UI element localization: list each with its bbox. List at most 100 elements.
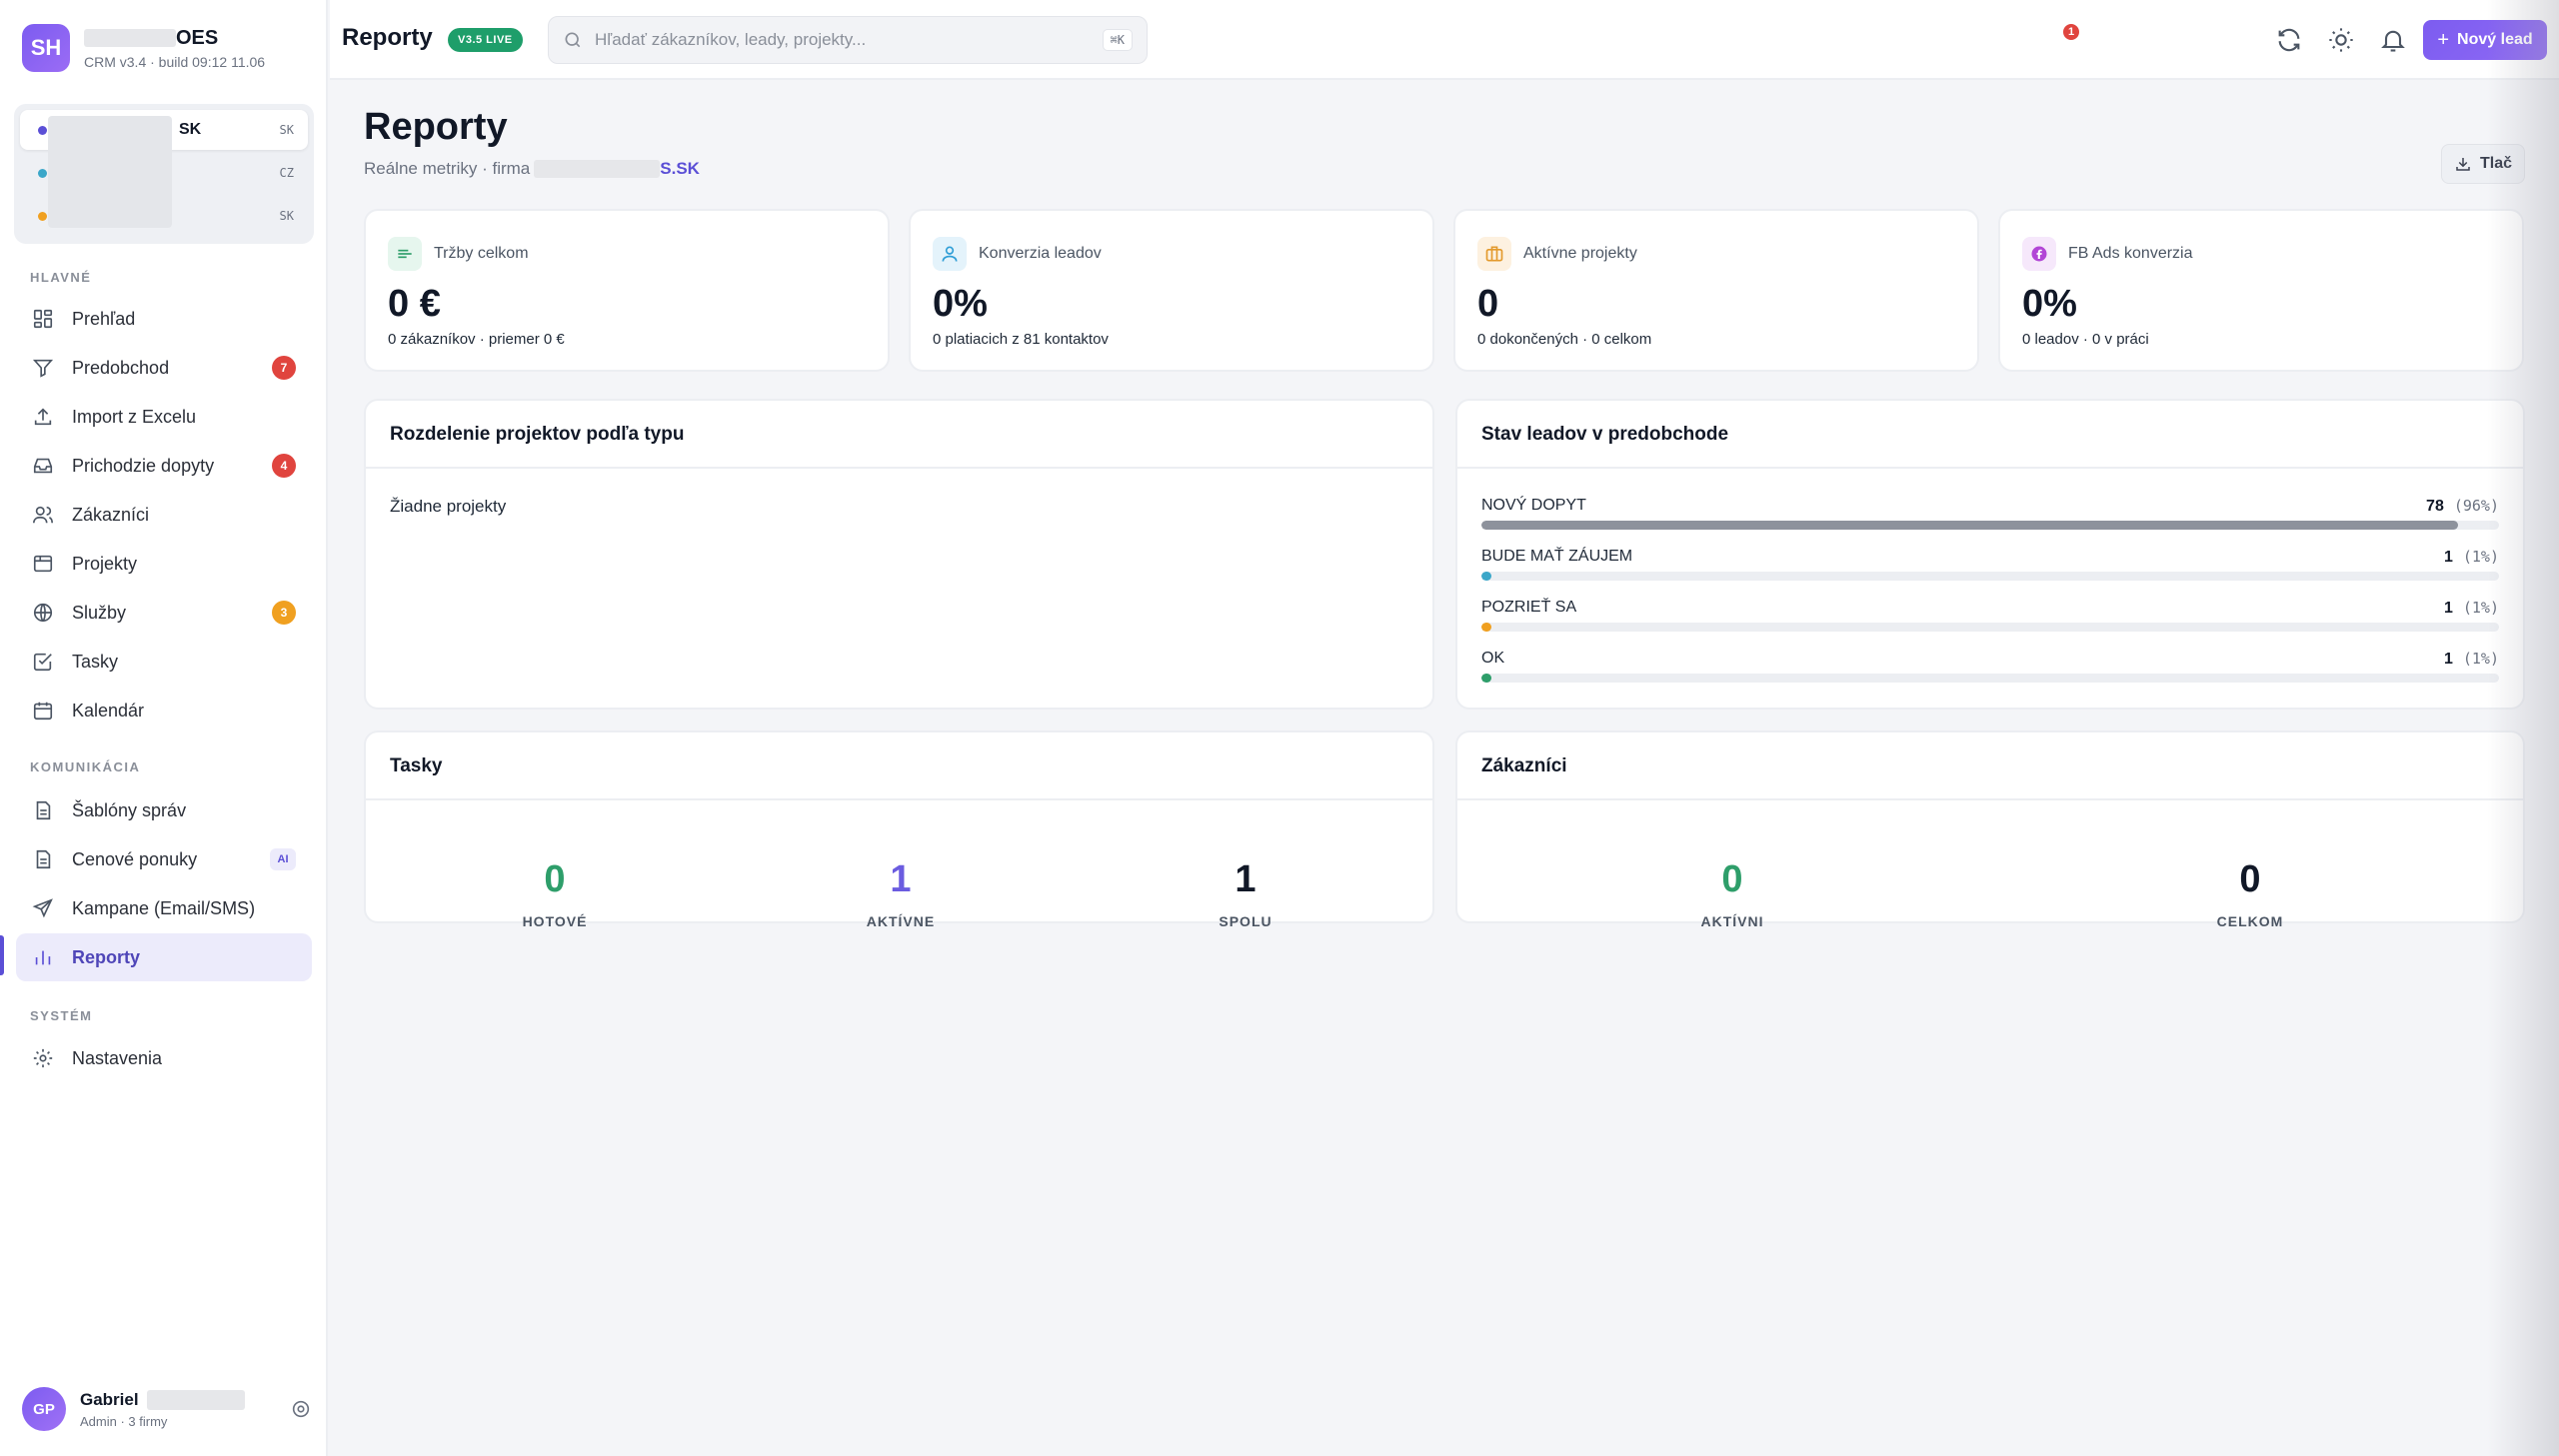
redacted-company-names: [48, 116, 172, 228]
customer-stat: 0 CELKOM: [2150, 858, 2350, 929]
nav-section-label: KOMUNIKÁCIA: [30, 759, 141, 774]
ai-badge: AI: [270, 848, 296, 870]
sidebar-item-kampane[interactable]: Kampane (Email/SMS): [16, 884, 312, 932]
sidebar: SH OES CRM v3.4 · build 09:12 11.06 SK S…: [0, 0, 328, 1456]
upload-icon: [34, 408, 52, 426]
kpi-card-projects: Aktívne projekty 0 0 dokončených · 0 cel…: [1453, 209, 1979, 372]
lead-status-percent: (96%): [2453, 497, 2499, 515]
revenue-icon: [398, 249, 412, 259]
gear-icon: [33, 1048, 53, 1068]
lead-status-count: 78: [2426, 498, 2444, 515]
sidebar-item-sablony[interactable]: Šablóny správ: [16, 786, 312, 834]
customer-stat: 0 AKTÍVNI: [1632, 858, 1832, 929]
stat-value: 0: [544, 858, 566, 900]
lead-status-count: 1: [2443, 600, 2453, 617]
page-subtitle: Reálne metriky · firma S.SK: [364, 159, 700, 179]
sidebar-item-reporty[interactable]: Reporty: [16, 933, 312, 981]
download-icon: [2456, 158, 2470, 171]
kpi-subtext: 0 leadov · 0 v práci: [2022, 331, 2149, 348]
company-code: SK: [279, 123, 294, 137]
company-dot: [38, 168, 47, 178]
sidebar-item-tasky[interactable]: Tasky: [16, 638, 312, 686]
lead-status-percent: (1%): [2462, 548, 2499, 566]
search-input[interactable]: [595, 30, 1103, 50]
sidebar-item-kalendar[interactable]: Kalendár: [16, 687, 312, 734]
sidebar-item-label: Cenové ponuky: [72, 848, 198, 869]
user-profile[interactable]: GP Gabriel Admin · 3 firmy: [22, 1385, 312, 1433]
kpi-subtext: 0 dokončených · 0 celkom: [1477, 331, 1652, 348]
sidebar-item-prehlad[interactable]: Prehľad: [16, 295, 312, 343]
count-badge: 3: [272, 601, 296, 625]
company-name: SK: [179, 121, 202, 138]
brand[interactable]: SH OES CRM v3.4 · build 09:12 11.06: [22, 24, 265, 72]
sidebar-item-nastavenia[interactable]: Nastavenia: [16, 1034, 312, 1082]
stat-label: CELKOM: [2216, 913, 2284, 929]
progress-fill: [1481, 521, 2459, 530]
avatar: GP: [22, 1387, 66, 1431]
lead-status-panel: Stav leadov v predobchode Nový dopyt 78 (…: [1455, 399, 2525, 710]
document-icon: [36, 849, 51, 869]
sidebar-item-predobchod[interactable]: Predobchod 7: [16, 344, 312, 392]
stat-value: 0: [2239, 858, 2261, 900]
sidebar-item-label: Nastavenia: [72, 1047, 163, 1068]
sidebar-item-import[interactable]: Import z Excelu: [16, 393, 312, 441]
customers-panel: Zákazníci 0 AKTÍVNI 0 CELKOM: [1455, 730, 2525, 929]
progress-track: [1481, 572, 2499, 581]
users-icon: [33, 506, 53, 524]
plus-icon: +: [2437, 28, 2450, 51]
progress-track: [1481, 521, 2499, 530]
kpi-value: 0: [1477, 283, 1499, 325]
stat-value: 1: [1235, 858, 1257, 900]
gear-icon[interactable]: [290, 1398, 312, 1420]
lead-status-percent: (1%): [2462, 599, 2499, 617]
sidebar-item-label: Prichodzie dopyty: [72, 455, 215, 476]
progress-track: [1481, 623, 2499, 632]
search-bar[interactable]: ⌘K: [548, 16, 1148, 64]
user-icon: [942, 246, 958, 262]
new-lead-button[interactable]: + Nový lead: [2423, 20, 2547, 60]
kpi-label: Aktívne projekty: [1523, 245, 1637, 262]
kpi-label: FB Ads konverzia: [2068, 245, 2193, 262]
dashboard-icon: [33, 309, 53, 329]
company-code: CZ: [279, 166, 294, 180]
facebook-icon: [2031, 246, 2047, 262]
sidebar-item-label: Import z Excelu: [72, 406, 197, 427]
sidebar-item-cenove-ponuky[interactable]: Cenové ponuky AI: [16, 835, 312, 883]
refresh-icon[interactable]: [2275, 26, 2303, 54]
sidebar-item-label: Tasky: [72, 651, 119, 672]
sidebar-item-sluzby[interactable]: Služby 3: [16, 589, 312, 637]
sun-icon[interactable]: [2327, 26, 2355, 54]
sidebar-item-label: Zákazníci: [72, 504, 150, 525]
count-badge: 7: [272, 356, 296, 380]
lead-status-name: OK: [1481, 650, 1505, 667]
progress-fill: [1481, 572, 1492, 581]
active-indicator: [0, 935, 4, 975]
kpi-subtext: 0 platiacich z 81 kontaktov: [933, 331, 1109, 348]
nav-section-label: SYSTÉM: [30, 1008, 93, 1023]
sidebar-item-label: Projekty: [72, 553, 138, 574]
task-stat: 1 SPOLU: [1146, 858, 1345, 929]
bell-icon[interactable]: [2379, 26, 2407, 54]
sidebar-item-projekty[interactable]: Projekty: [16, 540, 312, 588]
sidebar-item-zakaznici[interactable]: Zákazníci: [16, 491, 312, 539]
lead-status-count: 1: [2443, 549, 2453, 566]
lead-status-name: Nový dopyt: [1481, 497, 1586, 514]
funnel-icon: [32, 359, 54, 378]
sidebar-item-label: Kampane (Email/SMS): [72, 897, 256, 918]
progress-fill: [1481, 623, 1492, 632]
sidebar-item-dopyty[interactable]: Prichodzie dopyty 4: [16, 442, 312, 490]
redacted-text: [146, 1389, 245, 1410]
panel-title: Tasky: [390, 755, 443, 776]
sidebar-item-label: Predobchod: [72, 357, 170, 378]
print-button[interactable]: Tlač: [2441, 144, 2525, 184]
shortcut-hint: ⌘K: [1102, 29, 1133, 51]
empty-state-text: Žiadne projekty: [390, 497, 507, 516]
progress-fill: [1481, 674, 1492, 683]
firm-name[interactable]: S.SK: [660, 159, 700, 179]
kpi-value: 0 €: [388, 283, 441, 325]
count-badge: 4: [272, 454, 296, 478]
company-code: SK: [279, 209, 294, 223]
brand-logo: SH: [22, 24, 70, 72]
sidebar-item-label: Kalendár: [72, 700, 145, 721]
kpi-value: 0%: [2022, 283, 2077, 325]
